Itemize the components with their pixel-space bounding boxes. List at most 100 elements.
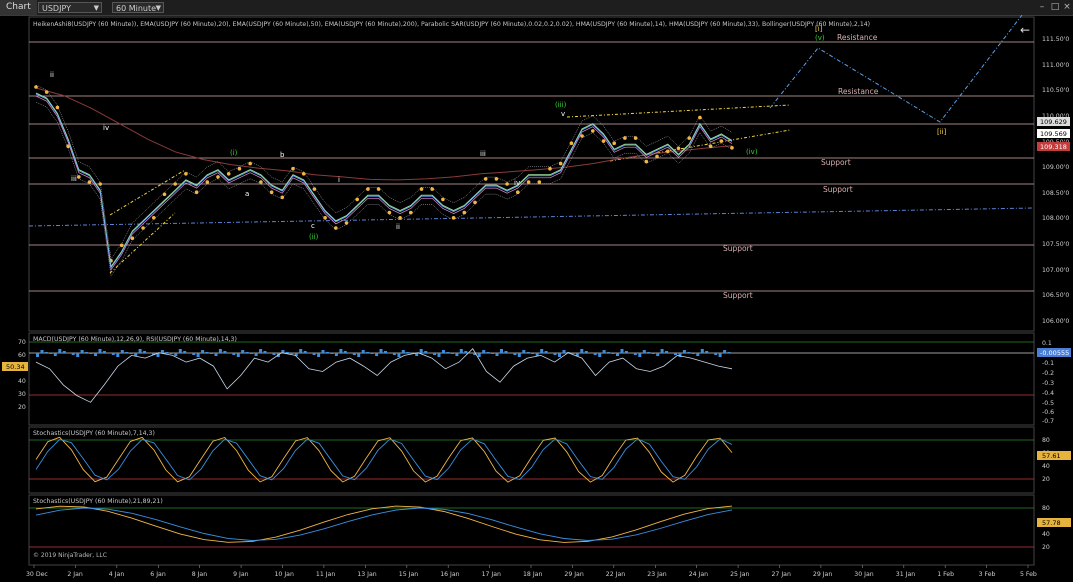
- macd-bar: [437, 353, 441, 357]
- stoch-slow-value-label: 57.78: [1042, 519, 1061, 527]
- macd-bar: [607, 352, 611, 353]
- macd-bar: [160, 350, 164, 353]
- wave-label: b: [280, 151, 285, 159]
- macd-bar: [598, 353, 602, 357]
- macd-bar: [330, 353, 334, 354]
- price-indicator-legend: HeikenAshi8(USDJPY (60 Minute)), EMA(USD…: [33, 21, 870, 28]
- x-tick-label: 8 Jan: [192, 571, 208, 578]
- macd-bar: [245, 352, 249, 353]
- y-tick-label: 106.00'0: [1042, 318, 1069, 325]
- channel-top-line: [566, 104, 791, 118]
- sar-dot: [687, 136, 691, 140]
- stoch-tick-label: 20: [1042, 476, 1050, 483]
- instrument-selector[interactable]: USDJPY ▼: [38, 2, 102, 13]
- x-tick-label: 18 Jan: [523, 571, 542, 578]
- macd-bar: [558, 353, 561, 357]
- chart-canvas[interactable]: HeikenAshi8(USDJPY (60 Minute)), EMA(USD…: [0, 15, 1073, 582]
- toolbar: Chart USDJPY ▼ 60 Minute ▼ – □ ×: [0, 0, 1073, 16]
- sar-dot: [119, 243, 124, 248]
- sar-dot: [152, 216, 156, 220]
- macd-bar: [178, 349, 182, 353]
- stoch-tick-label: 80: [1042, 505, 1050, 512]
- macd-bar: [705, 351, 709, 353]
- interval-selector[interactable]: 60 Minute ▼: [112, 2, 164, 13]
- macd-bar: [633, 353, 637, 355]
- x-tick-label: 2 Jan: [67, 571, 83, 578]
- macd-bar: [674, 353, 677, 355]
- sar-dot: [366, 187, 370, 191]
- macd-bar: [486, 352, 490, 353]
- wave-label: ii: [50, 71, 54, 79]
- x-tick-label: 23 Jan: [647, 571, 666, 578]
- macd-bar: [236, 353, 240, 357]
- minimize-icon[interactable]: –: [1036, 2, 1048, 13]
- maximize-icon[interactable]: □: [1049, 2, 1061, 13]
- sar-dot: [248, 161, 252, 166]
- macd-bar: [143, 351, 147, 353]
- stoch-fast-value-label: 57.61: [1042, 452, 1061, 460]
- sar-dot: [409, 210, 413, 215]
- macd-bar: [553, 353, 557, 355]
- macd-bar: [326, 352, 329, 353]
- macd-bar: [691, 353, 695, 354]
- macd-bar: [214, 353, 218, 356]
- macd-bar: [361, 350, 365, 353]
- macd-bar: [116, 353, 120, 357]
- macd-bar: [272, 353, 276, 355]
- sar-dot: [708, 144, 713, 148]
- macd-bar: [165, 352, 169, 353]
- sar-dot: [537, 180, 542, 184]
- macd-bar: [254, 353, 258, 356]
- x-tick-label: 24 Jan: [689, 571, 708, 578]
- resistance-label-1: Resistance: [837, 33, 878, 42]
- sar-dot: [473, 200, 477, 205]
- chart-tab[interactable]: Chart: [0, 0, 37, 15]
- stoch-slow-axis: 80 60 40 20: [1042, 505, 1050, 551]
- arrow-left-icon[interactable]: ←: [1020, 23, 1030, 37]
- macd-bar: [727, 352, 731, 353]
- x-tick-label: 13 Jan: [357, 571, 376, 578]
- macd-bar: [218, 349, 222, 353]
- y-tick-label: 111.50'0: [1042, 36, 1069, 43]
- macd-bar: [85, 352, 89, 353]
- rsi-tick-label: 60: [18, 352, 26, 359]
- x-tick-label: 25 Jan: [730, 571, 749, 578]
- chevron-down-icon: ▼: [93, 4, 99, 12]
- wave-label: [ii]: [937, 128, 947, 136]
- macd-bar: [334, 353, 338, 356]
- macd-bar: [120, 350, 124, 353]
- macd-bar: [682, 350, 686, 353]
- copyright: © 2019 NinjaTrader, LLC: [33, 552, 107, 559]
- stoch-slow-layer: [35, 505, 733, 543]
- macd-bar: [129, 353, 133, 354]
- sar-dot: [430, 187, 435, 191]
- stoch-fast-legend: Stochastics(USDJPY (60 Minute),7,14,3): [33, 430, 155, 437]
- x-axis: 30 Dec 2 Jan 4 Jan 6 Jan 8 Jan 9 Jan 10 Jan 11 …: [26, 565, 1037, 578]
- stoch-slow-k: [35, 505, 733, 543]
- y-tick-label: 110.50'0: [1042, 87, 1069, 94]
- sar-dot: [334, 226, 338, 230]
- wave-label: ii: [396, 223, 400, 231]
- sar-dot: [419, 187, 424, 191]
- macd-bar: [540, 349, 544, 353]
- sar-dot: [398, 216, 402, 220]
- x-tick-label: 6 Jan: [150, 571, 166, 578]
- macd-bar: [406, 352, 410, 353]
- stoch-slow-d: [35, 507, 733, 541]
- wave-label: (ii): [309, 233, 319, 241]
- sar-dot: [205, 180, 210, 184]
- macd-bar: [210, 353, 213, 354]
- macd-bar: [544, 351, 548, 353]
- wave-label: c: [311, 222, 315, 230]
- macd-bar: [192, 353, 196, 355]
- macd-bar: [397, 353, 401, 357]
- macd-bar: [111, 353, 115, 355]
- sar-dot: [451, 216, 456, 220]
- support-label-4: Support: [723, 291, 753, 300]
- macd-bar: [174, 353, 178, 356]
- close-icon[interactable]: ×: [1061, 2, 1073, 13]
- rsi-value-label: 50.34: [6, 363, 25, 371]
- sar-dot: [291, 166, 295, 171]
- macd-bar: [36, 353, 39, 357]
- y-tick-label: 108.50'0: [1042, 190, 1069, 197]
